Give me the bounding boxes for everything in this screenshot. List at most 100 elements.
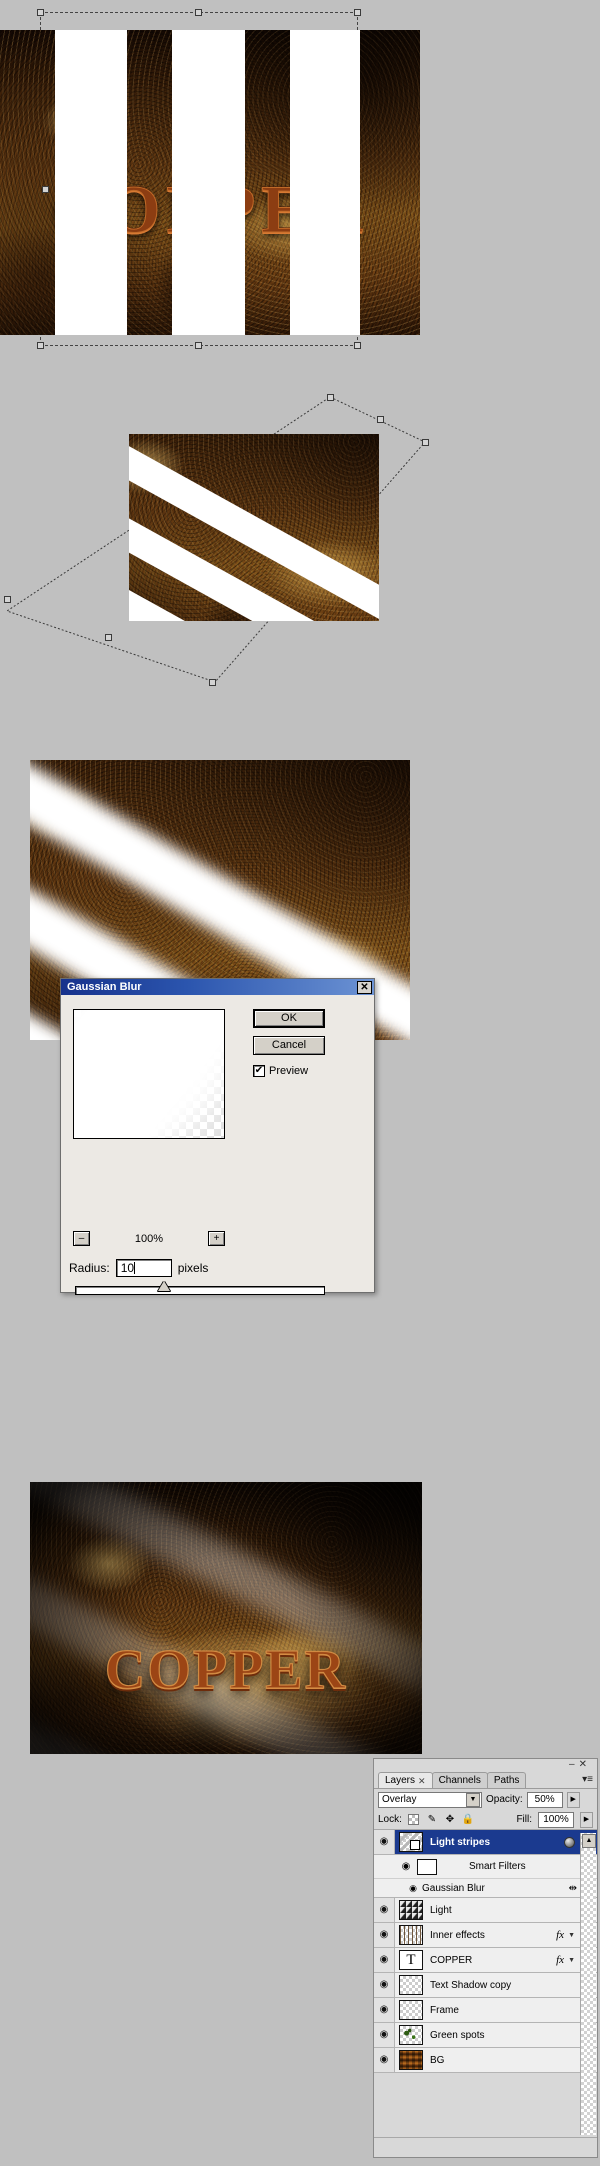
transform-handle-tm[interactable] <box>195 9 202 16</box>
rot-handle-br[interactable] <box>209 679 216 686</box>
panel-title-bar[interactable]: –✕ <box>374 1759 597 1772</box>
radius-value: 10 <box>120 1261 135 1275</box>
layer-thumbnail-green-spots[interactable] <box>399 2025 423 2045</box>
opacity-slider-arrow-icon[interactable]: ▶ <box>566 1791 580 1808</box>
smart-object-icon <box>564 1836 575 1848</box>
rot-handle-tr[interactable] <box>422 439 429 446</box>
layer-row-light-stripes[interactable]: ◉ Light stripes <box>374 1830 597 1855</box>
vignette-overlay <box>30 1482 422 1754</box>
layer-thumbnail-copper[interactable]: T <box>399 1950 423 1970</box>
rot-handle-tl[interactable] <box>327 394 334 401</box>
visibility-toggle-green-spots[interactable]: ◉ <box>374 2023 395 2047</box>
layer-row-copper[interactable]: ◉ T COPPER fx ▼ <box>374 1948 597 1973</box>
layer-list-scrollbar[interactable]: ▲ <box>580 1833 596 2135</box>
chevron-down-icon[interactable]: ▼ <box>466 1792 480 1807</box>
visibility-toggle-text-shadow-copy[interactable]: ◉ <box>374 1973 395 1997</box>
transform-handle-bl[interactable] <box>37 342 44 349</box>
step2-canvas[interactable] <box>129 434 379 621</box>
rot-handle-bm[interactable] <box>105 634 112 641</box>
visibility-toggle-light-stripes[interactable]: ◉ <box>374 1830 395 1854</box>
cancel-button[interactable]: Cancel <box>253 1036 325 1055</box>
visibility-toggle-bg[interactable]: ◉ <box>374 2048 395 2072</box>
lock-fill-row: Lock: ✎ ✥ 🔒 Fill: 100% ▶ <box>374 1810 597 1830</box>
layer-row-frame[interactable]: ◉ Frame <box>374 1998 597 2023</box>
radius-units-label: pixels <box>177 1261 209 1275</box>
layer-row-light[interactable]: ◉ Light <box>374 1898 597 1923</box>
final-canvas[interactable]: COPPER <box>30 1482 422 1754</box>
visibility-toggle-frame[interactable]: ◉ <box>374 1998 395 2022</box>
fx-expand-icon[interactable]: ▼ <box>568 1932 579 1939</box>
radius-slider[interactable] <box>75 1281 325 1295</box>
fill-slider-arrow-icon[interactable]: ▶ <box>580 1811 593 1828</box>
zoom-out-button[interactable]: – <box>73 1231 90 1246</box>
preview-checkbox-row[interactable]: ✔ Preview <box>253 1065 308 1077</box>
panel-menu-icon[interactable]: ▾≡ <box>582 1774 593 1785</box>
panel-close-icon[interactable]: ✕ <box>579 1759 591 1770</box>
visibility-toggle-light[interactable]: ◉ <box>374 1898 395 1922</box>
panel-tabs[interactable]: Layers ✕ Channels Paths ▾≡ <box>374 1772 597 1789</box>
tab-close-icon[interactable]: ✕ <box>418 1773 426 1789</box>
ok-button[interactable]: OK <box>253 1009 325 1028</box>
dialog-title-bar[interactable]: Gaussian Blur ✕ <box>61 979 374 995</box>
transform-handle-tr[interactable] <box>354 9 361 16</box>
layer-thumbnail-light[interactable] <box>399 1900 423 1920</box>
preview-checkbox[interactable]: ✔ <box>253 1065 265 1077</box>
tab-channels[interactable]: Channels <box>431 1772 488 1788</box>
smart-filter-mask-thumbnail[interactable] <box>417 1858 437 1875</box>
transparency-lock-icon[interactable] <box>408 1814 420 1826</box>
opacity-input[interactable]: 50% <box>526 1791 563 1808</box>
visibility-toggle-smart-filters[interactable]: ◉ <box>395 1861 417 1872</box>
gaussian-blur-dialog[interactable]: Gaussian Blur ✕ OK Cancel ✔ Preview – 10… <box>60 978 375 1295</box>
transform-handle-lm[interactable] <box>42 186 49 193</box>
layer-thumbnail-inner-effects[interactable] <box>399 1925 423 1945</box>
layer-thumbnail-text-shadow-copy[interactable] <box>399 1975 423 1995</box>
fx-expand-icon[interactable]: ▼ <box>568 1957 579 1964</box>
layer-row-green-spots[interactable]: ◉ Green spots <box>374 2023 597 2048</box>
blend-mode-select[interactable]: Overlay ▼ <box>378 1791 482 1808</box>
layer-thumbnail-bg[interactable] <box>399 2050 423 2070</box>
layer-name-copper: COPPER <box>430 1954 473 1966</box>
layer-thumbnail-frame[interactable] <box>399 2000 423 2020</box>
rot-handle-bl[interactable] <box>4 596 11 603</box>
eye-icon: ◉ <box>379 1836 389 1847</box>
layer-row-bg[interactable]: ◉ BG <box>374 2048 597 2073</box>
tab-paths[interactable]: Paths <box>486 1772 527 1788</box>
fx-badge-icon[interactable]: fx <box>556 1929 568 1941</box>
radius-slider-thumb[interactable] <box>158 1281 170 1291</box>
fill-label: Fill: <box>516 1814 532 1825</box>
layer-list[interactable]: ◉ Light stripes ◉ Smart Filters ◉ Gaussi… <box>374 1830 597 2073</box>
preview-blur-band <box>74 1010 224 1138</box>
close-icon[interactable]: ✕ <box>357 980 372 994</box>
visibility-toggle-gaussian-blur[interactable]: ◉ <box>404 1883 422 1894</box>
layer-name-inner-effects: Inner effects <box>430 1929 485 1941</box>
scroll-up-button[interactable]: ▲ <box>582 1834 596 1848</box>
gaussian-blur-filter-row[interactable]: ◉ Gaussian Blur ⇹ <box>374 1879 597 1898</box>
fx-badge-icon[interactable]: fx <box>556 1954 568 1966</box>
blur-preview[interactable] <box>73 1009 225 1139</box>
brush-lock-icon[interactable]: ✎ <box>426 1814 438 1826</box>
all-lock-icon[interactable]: 🔒 <box>462 1814 474 1826</box>
move-lock-icon[interactable]: ✥ <box>444 1814 456 1826</box>
transform-handle-br[interactable] <box>354 342 361 349</box>
layers-panel[interactable]: –✕ Layers ✕ Channels Paths ▾≡ Overlay ▼ … <box>373 1758 598 2158</box>
layer-row-inner-effects[interactable]: ◉ Inner effects fx ▼ <box>374 1923 597 1948</box>
transform-handle-tl[interactable] <box>37 9 44 16</box>
smart-filters-row[interactable]: ◉ Smart Filters <box>374 1855 597 1879</box>
tab-layers-label: Layers <box>385 1774 416 1786</box>
preview-zoom-controls[interactable]: – 100% + <box>73 1231 225 1246</box>
zoom-in-button[interactable]: + <box>207 1231 225 1246</box>
panel-bottom-toolbar[interactable] <box>374 2137 597 2157</box>
tab-layers[interactable]: Layers ✕ <box>378 1772 433 1788</box>
radius-input[interactable]: 10 <box>115 1259 172 1277</box>
visibility-toggle-inner-effects[interactable]: ◉ <box>374 1923 395 1947</box>
panel-window-buttons[interactable]: –✕ <box>569 1759 591 1770</box>
transform-handle-bm[interactable] <box>195 342 202 349</box>
filter-options-icon[interactable]: ⇹ <box>569 1883 577 1894</box>
fill-input[interactable]: 100% <box>538 1811 574 1828</box>
visibility-toggle-copper[interactable]: ◉ <box>374 1948 395 1972</box>
rot-handle-tm[interactable] <box>377 416 384 423</box>
layer-thumbnail-light-stripes[interactable] <box>399 1832 423 1852</box>
layer-row-text-shadow-copy[interactable]: ◉ Text Shadow copy <box>374 1973 597 1998</box>
step1-canvas[interactable]: COPPER <box>0 30 420 335</box>
minimize-icon[interactable]: – <box>569 1759 579 1770</box>
